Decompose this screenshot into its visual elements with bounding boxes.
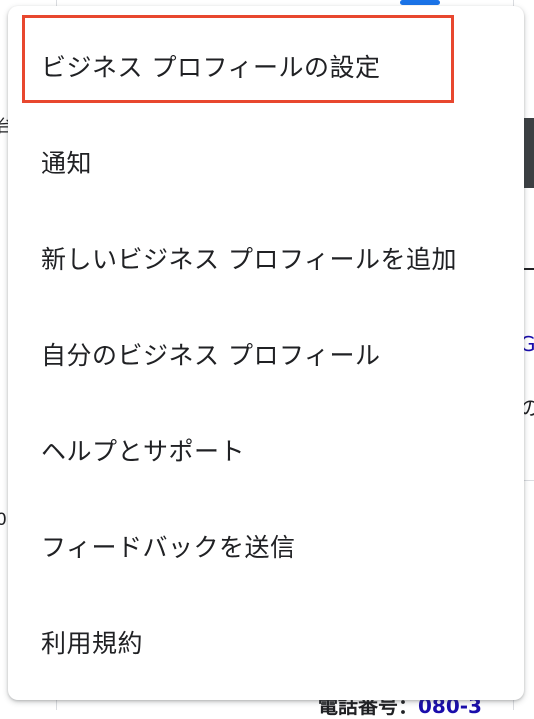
- menu-item-label: 新しいビジネス プロフィールを追加: [41, 245, 457, 274]
- menu-item-label: ビジネス プロフィールの設定: [41, 53, 381, 82]
- menu-item-add-new-business-profile[interactable]: 新しいビジネス プロフィールを追加: [8, 210, 524, 306]
- menu-item-send-feedback[interactable]: フィードバックを送信: [8, 498, 524, 594]
- menu-item-label: ヘルプとサポート: [41, 437, 246, 466]
- menu-item-label: 利用規約: [41, 629, 144, 658]
- background-blue-accent: [400, 0, 440, 5]
- menu-item-business-profile-settings[interactable]: ビジネス プロフィールの設定: [8, 18, 524, 114]
- menu-item-label: 通知: [41, 149, 93, 178]
- menu-item-help-and-support[interactable]: ヘルプとサポート: [8, 402, 524, 498]
- menu-item-label: 自分のビジネス プロフィール: [41, 341, 381, 370]
- menu-item-my-business-profiles[interactable]: 自分のビジネス プロフィール: [8, 306, 524, 402]
- menu-item-terms-of-service[interactable]: 利用規約: [8, 594, 524, 690]
- background-text-fragment: 0: [0, 510, 7, 530]
- menu-item-notifications[interactable]: 通知: [8, 114, 524, 210]
- account-menu: ビジネス プロフィールの設定 通知 新しいビジネス プロフィールを追加 自分のビ…: [8, 6, 524, 700]
- menu-item-label: フィードバックを送信: [41, 533, 296, 562]
